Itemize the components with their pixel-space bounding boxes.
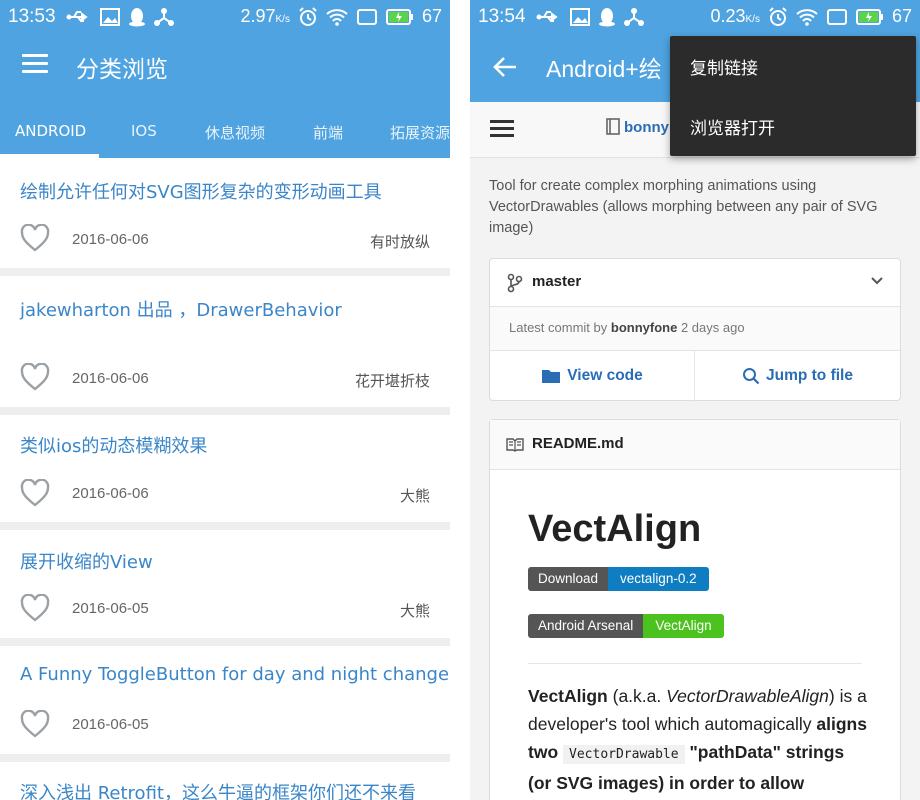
screen-icon xyxy=(356,8,377,25)
page-title: Android+绘 xyxy=(546,56,662,82)
status-bar: 13:54 0.23K/s 67 xyxy=(470,0,920,34)
network-speed: 2.97K/s xyxy=(240,6,290,26)
page-title: 分类浏览 xyxy=(76,57,168,83)
usb-icon xyxy=(66,11,88,22)
item-title[interactable]: A Funny ToggleButton for day and night c… xyxy=(20,664,449,685)
commit-author[interactable]: bonnyfone xyxy=(611,320,677,335)
battery-level: 67 xyxy=(891,6,912,26)
item-date: 2016-06-06 xyxy=(72,485,149,502)
git-branch-icon xyxy=(507,273,523,293)
screen-icon xyxy=(826,8,847,25)
commit-prefix: Latest commit by xyxy=(509,320,608,335)
readme-filename: README.md xyxy=(532,435,624,452)
folder-icon xyxy=(542,370,561,383)
readme-heading: VectAlign xyxy=(528,508,702,550)
qq-icon xyxy=(599,8,615,27)
repo-description: Tool for create complex morphing animati… xyxy=(489,178,878,236)
readme-header: README.md xyxy=(490,420,900,470)
tab-android[interactable]: ANDROID xyxy=(15,122,86,140)
item-date: 2016-06-05 xyxy=(72,600,149,617)
copy-link-menu-item[interactable]: 复制链接 xyxy=(690,54,758,79)
network-icon xyxy=(624,8,644,26)
battery-level: 67 xyxy=(421,6,442,26)
alarm-icon xyxy=(299,6,317,26)
heart-icon[interactable] xyxy=(20,363,50,391)
list-item[interactable]: 绘制允许任何对SVG图形复杂的变形动画工具 2016-06-06 有时放纵 xyxy=(0,158,450,268)
repo-owner-link[interactable]: bonny xyxy=(606,118,669,136)
status-bar: 13:53 2.97K/s 67 xyxy=(0,0,450,34)
file-actions: View code Jump to file xyxy=(490,351,900,401)
item-title[interactable]: 类似ios的动态模糊效果 xyxy=(20,432,207,458)
item-date: 2016-06-06 xyxy=(72,231,149,248)
tab-frontend[interactable]: 前端 xyxy=(313,122,343,143)
image-icon xyxy=(100,8,120,26)
list-item[interactable]: A Funny ToggleButton for day and night c… xyxy=(0,646,450,754)
latest-commit: Latest commit by bonnyfone 2 days ago xyxy=(490,307,900,351)
jump-to-file-button[interactable]: Jump to file xyxy=(695,351,900,401)
list-item[interactable]: jakewharton 出品 ，DrawerBehavior 2016-06-0… xyxy=(0,276,450,407)
network-icon xyxy=(154,8,174,26)
overflow-menu: 复制链接 浏览器打开 xyxy=(670,36,916,156)
repo-book-icon xyxy=(606,118,620,135)
list-item[interactable]: 深入浅出 Retrofit，这么牛逼的框架你们还不来看 xyxy=(0,762,450,800)
wifi-icon xyxy=(326,8,348,26)
right-screen: 13:54 0.23K/s 67 Android+绘 bonny Tool fo… xyxy=(470,0,920,800)
download-badge[interactable]: Download vectalign-0.2 xyxy=(528,567,709,591)
category-tabs: ANDROID IOS 休息视频 前端 拓展资源 xyxy=(0,102,450,158)
search-icon xyxy=(743,368,760,385)
readme-paragraph: VectAlign (a.k.a. VectorDrawableAlign) i… xyxy=(528,686,867,793)
branch-name: master xyxy=(532,273,582,290)
open-in-browser-menu-item[interactable]: 浏览器打开 xyxy=(690,114,775,139)
left-screen: 13:53 2.97K/s 67 分类浏览 ANDROID IOS 休息视频 前… xyxy=(0,0,450,800)
branch-selector[interactable]: master xyxy=(490,259,900,307)
tab-extra-resources[interactable]: 拓展资源 xyxy=(390,122,450,143)
status-time: 13:54 xyxy=(478,6,526,27)
item-author: 大熊 xyxy=(399,487,430,505)
tab-ios[interactable]: IOS xyxy=(131,122,157,140)
item-date: 2016-06-05 xyxy=(72,716,149,733)
list-item[interactable]: 展开收缩的View 2016-06-05 大熊 xyxy=(0,530,450,638)
heart-icon[interactable] xyxy=(20,224,50,252)
commit-time: 2 days ago xyxy=(680,320,745,335)
item-title[interactable]: 展开收缩的View xyxy=(20,548,153,574)
readme-panel: README.md VectAlign Download vectalign-0… xyxy=(489,419,901,800)
heart-icon[interactable] xyxy=(20,479,50,507)
item-title[interactable]: 绘制允许任何对SVG图形复杂的变形动画工具 xyxy=(20,178,382,204)
battery-icon xyxy=(855,8,883,25)
list-item[interactable]: 类似ios的动态模糊效果 2016-06-06 大熊 xyxy=(0,415,450,522)
tab-rest-video[interactable]: 休息视频 xyxy=(205,122,265,143)
item-title[interactable]: jakewharton 出品 ，DrawerBehavior xyxy=(20,296,342,322)
status-time: 13:53 xyxy=(8,6,56,27)
book-open-icon xyxy=(506,438,524,452)
image-icon xyxy=(570,8,590,26)
android-arsenal-badge[interactable]: Android Arsenal VectAlign xyxy=(528,614,724,638)
qq-icon xyxy=(129,8,145,27)
item-author: 大熊 xyxy=(399,602,430,620)
wifi-icon xyxy=(796,8,818,26)
alarm-icon xyxy=(769,6,787,26)
heart-icon[interactable] xyxy=(20,710,50,738)
item-author: 花开堪折枝 xyxy=(354,372,430,390)
github-menu-icon[interactable] xyxy=(490,120,514,140)
item-title[interactable]: 深入浅出 Retrofit，这么牛逼的框架你们还不来看 xyxy=(20,779,416,800)
view-code-button[interactable]: View code xyxy=(490,351,695,401)
chevron-down-icon xyxy=(871,277,883,285)
branch-panel: master Latest commit by bonnyfone 2 days… xyxy=(489,258,901,401)
divider xyxy=(528,663,862,664)
battery-icon xyxy=(385,8,413,25)
heart-icon[interactable] xyxy=(20,594,50,622)
back-arrow-icon[interactable] xyxy=(492,54,518,80)
usb-icon xyxy=(536,11,558,22)
app-bar: 分类浏览 xyxy=(0,34,450,102)
network-speed: 0.23K/s xyxy=(710,6,760,26)
menu-icon[interactable] xyxy=(22,54,48,74)
item-date: 2016-06-06 xyxy=(72,370,149,387)
item-author: 有时放纵 xyxy=(369,233,430,251)
